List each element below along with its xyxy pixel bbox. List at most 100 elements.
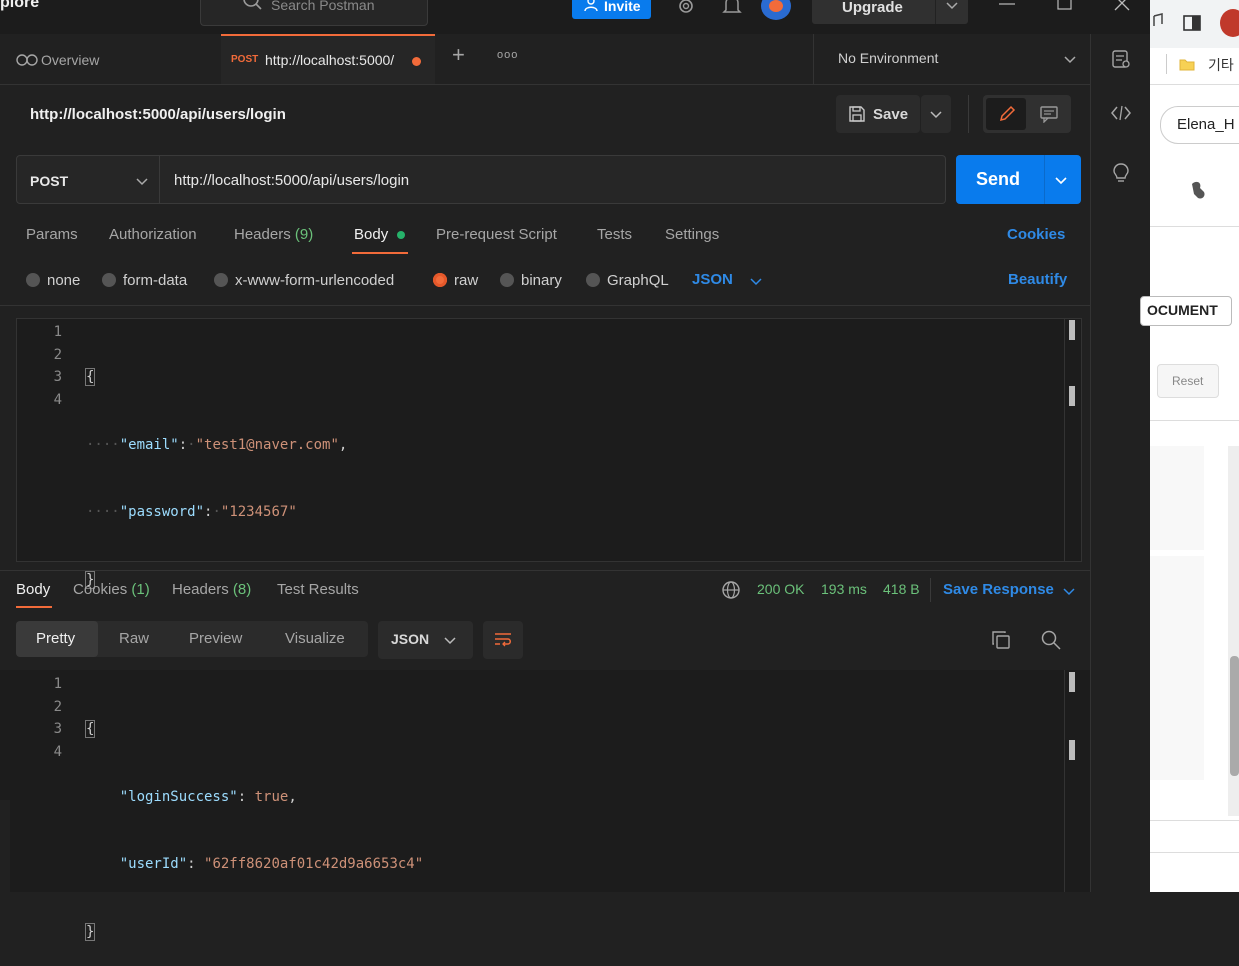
tab-body[interactable]: Body xyxy=(354,226,388,243)
view-raw-button[interactable]: Raw xyxy=(119,630,149,647)
document-button[interactable]: OCUMENT xyxy=(1140,296,1232,326)
chevron-down-icon xyxy=(136,178,148,186)
maximize-icon[interactable] xyxy=(1056,0,1074,12)
globe-icon[interactable] xyxy=(721,580,741,600)
tab-overview[interactable]: Overview xyxy=(0,34,220,84)
tab-prerequest-script[interactable]: Pre-request Script xyxy=(436,226,557,243)
response-code[interactable]: { "loginSuccess": true, "userId": "62ff8… xyxy=(84,673,423,966)
radio-graphql[interactable] xyxy=(586,273,600,287)
bell-icon[interactable] xyxy=(721,0,743,18)
colon: : xyxy=(237,788,255,805)
browser-scrollbar-thumb[interactable] xyxy=(1230,656,1239,776)
tab-settings[interactable]: Settings xyxy=(665,226,719,243)
radio-binary-label: binary xyxy=(521,272,562,289)
save-response-button[interactable]: Save Response xyxy=(943,581,1054,598)
status-code[interactable]: 200 OK xyxy=(757,581,804,597)
editor-scroll-marker-2[interactable] xyxy=(1069,386,1075,406)
browser-scrollbar[interactable] xyxy=(1228,446,1239,816)
reset-button[interactable]: Reset xyxy=(1157,364,1219,398)
response-scroll-marker[interactable] xyxy=(1069,672,1075,692)
tab-headers[interactable]: Headers (9) xyxy=(234,226,313,243)
radio-raw-selected[interactable] xyxy=(433,273,447,287)
url-input[interactable]: http://localhost:5000/api/users/login xyxy=(160,155,946,204)
response-format-select[interactable]: JSON xyxy=(378,621,473,659)
line-number: 2 xyxy=(53,698,62,715)
tab-active-request[interactable]: POST http://localhost:5000/ xyxy=(221,34,435,84)
upgrade-label: Upgrade xyxy=(842,0,903,16)
tab-params[interactable]: Params xyxy=(26,226,78,243)
copy-icon[interactable] xyxy=(990,629,1012,651)
chevron-down-icon[interactable] xyxy=(945,0,959,12)
search-box[interactable]: Search Postman xyxy=(200,0,428,26)
editor-scroll-marker[interactable] xyxy=(1069,320,1075,340)
profile-chip[interactable]: Elena_H xyxy=(1160,106,1239,144)
chevron-down-icon[interactable] xyxy=(749,274,763,288)
view-visualize-button[interactable]: Visualize xyxy=(285,630,345,647)
view-mode-toggle xyxy=(983,95,1071,133)
upgrade-divider xyxy=(935,0,936,24)
music-icon[interactable] xyxy=(1150,12,1164,30)
radio-none[interactable] xyxy=(26,273,40,287)
tab-authorization[interactable]: Authorization xyxy=(109,226,197,243)
radio-graphql-label: GraphQL xyxy=(607,272,669,289)
response-tab-headers[interactable]: Headers (8) xyxy=(172,581,251,598)
sidepanel-icon[interactable] xyxy=(1182,14,1202,32)
response-divider xyxy=(0,570,1090,571)
response-tab-test-results[interactable]: Test Results xyxy=(277,581,359,598)
response-time[interactable]: 193 ms xyxy=(821,581,867,597)
save-options-button[interactable] xyxy=(921,95,951,133)
close-icon[interactable] xyxy=(1113,0,1131,12)
send-button[interactable]: Send xyxy=(956,155,1081,204)
search-icon[interactable] xyxy=(1040,629,1062,651)
explore-label[interactable]: plore xyxy=(0,0,39,12)
more-tabs-button[interactable]: ooo xyxy=(497,49,518,61)
request-title[interactable]: http://localhost:5000/api/users/login xyxy=(30,106,286,123)
comments-button[interactable] xyxy=(1029,98,1069,130)
response-format-label: JSON xyxy=(391,631,430,647)
profile-avatar[interactable] xyxy=(1220,9,1239,37)
gear-icon[interactable] xyxy=(674,0,698,18)
brace-open: { xyxy=(84,368,96,386)
new-tab-button[interactable]: + xyxy=(452,42,465,68)
radio-urlencoded[interactable] xyxy=(214,273,228,287)
chevron-down-icon[interactable] xyxy=(1062,584,1076,598)
chevron-down-icon xyxy=(930,111,942,119)
comma: , xyxy=(338,436,348,453)
app-logo-icon[interactable] xyxy=(1186,178,1212,204)
code-icon[interactable] xyxy=(1110,104,1132,122)
edit-mode-button[interactable] xyxy=(986,98,1026,130)
method-select[interactable]: POST xyxy=(16,155,160,204)
wrap-lines-button[interactable] xyxy=(483,621,523,659)
response-headers-count: (8) xyxy=(232,581,252,598)
radio-form-data[interactable] xyxy=(102,273,116,287)
invite-label: Invite xyxy=(604,0,641,14)
cookies-link[interactable]: Cookies xyxy=(1007,226,1065,243)
radio-binary[interactable] xyxy=(500,273,514,287)
tab-tests[interactable]: Tests xyxy=(597,226,632,243)
lightbulb-icon[interactable] xyxy=(1111,162,1131,184)
invite-button[interactable]: Invite xyxy=(572,0,651,19)
line-number: 1 xyxy=(53,324,62,340)
chevron-down-icon xyxy=(1064,56,1076,64)
environment-quicklook-icon[interactable] xyxy=(1110,48,1132,70)
beautify-link[interactable]: Beautify xyxy=(1008,271,1067,288)
upgrade-button[interactable]: Upgrade xyxy=(812,0,968,24)
radio-form-data-label: form-data xyxy=(123,272,188,289)
save-button[interactable]: Save xyxy=(836,95,920,133)
chevron-down-icon[interactable] xyxy=(1054,173,1068,187)
view-preview-button[interactable]: Preview xyxy=(189,630,242,647)
language-select[interactable]: JSON xyxy=(692,271,733,288)
view-pretty-button[interactable]: Pretty xyxy=(16,621,98,657)
response-active-tab-indicator xyxy=(16,606,52,608)
response-tab-body[interactable]: Body xyxy=(16,581,50,598)
response-scroll-marker-2[interactable] xyxy=(1069,740,1075,760)
indent-guide: · xyxy=(212,504,221,520)
environment-selector[interactable]: No Environment xyxy=(813,34,1090,84)
response-size[interactable]: 418 B xyxy=(883,581,920,597)
minimize-icon[interactable] xyxy=(998,0,1016,10)
response-tab-cookies[interactable]: Cookies (1) xyxy=(73,581,150,598)
bookmark-other[interactable]: 기타 xyxy=(1208,55,1234,75)
folder-icon[interactable] xyxy=(1178,55,1196,73)
